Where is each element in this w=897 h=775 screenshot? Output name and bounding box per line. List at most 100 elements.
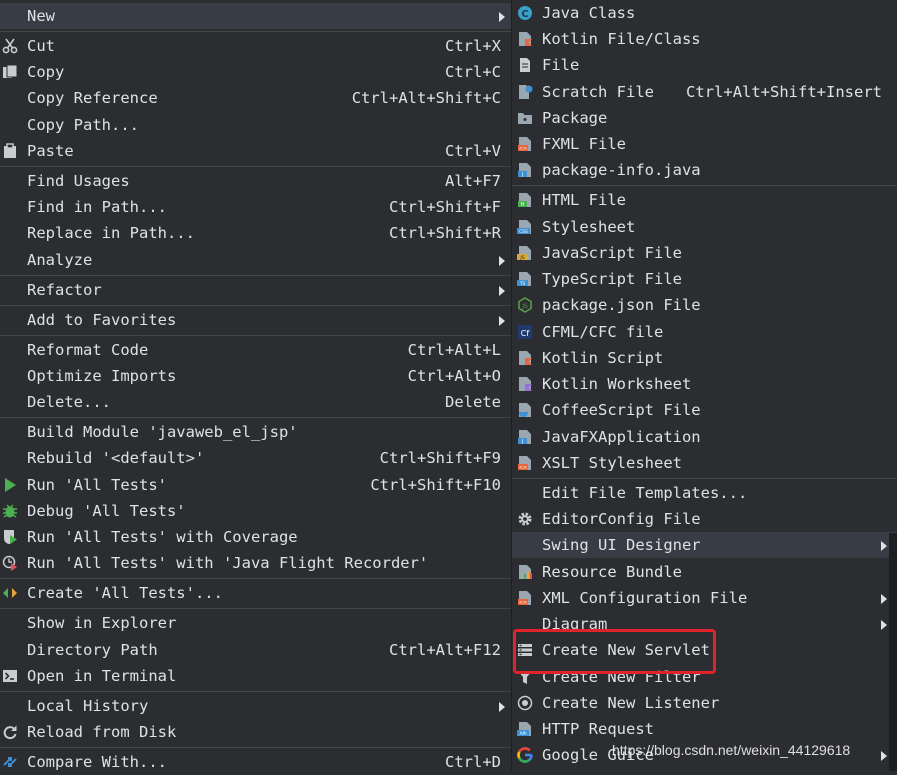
resource-bundle-icon	[519, 565, 532, 579]
kotlin-file-icon	[519, 32, 532, 46]
separator	[0, 166, 511, 167]
copy-icon	[3, 64, 18, 78]
submenu-arrow-icon	[499, 12, 505, 22]
menu-item-compare-with[interactable]: Compare With... Ctrl+D	[0, 749, 511, 775]
submenu-item-swing-ui-designer[interactable]: Swing UI Designer	[512, 532, 897, 558]
menu-label: Local History	[27, 697, 149, 715]
scroll-gutter	[889, 533, 897, 771]
compare-arrows-icon	[3, 757, 17, 767]
submenu-item-coffeescript-file[interactable]: CoffeeScript File	[512, 397, 897, 423]
menu-item-find-usages[interactable]: Find Usages Alt+F7	[0, 168, 511, 194]
watermark: https://blog.csdn.net/weixin_44129618	[612, 742, 851, 758]
submenu-item-file[interactable]: File	[512, 52, 897, 78]
submenu-item-java-class[interactable]: C Java Class	[512, 0, 897, 26]
svg-text:C: C	[521, 9, 528, 20]
menu-item-refactor[interactable]: Refactor	[0, 277, 511, 303]
svg-text:H: H	[521, 202, 525, 208]
submenu-item-typescript-file[interactable]: TS TypeScript File	[512, 266, 897, 292]
menu-label: Find Usages	[27, 172, 130, 190]
bug-icon	[3, 504, 17, 518]
menu-item-run-tests[interactable]: Run 'All Tests' Ctrl+Shift+F10	[0, 472, 511, 498]
submenu-item-xslt-stylesheet[interactable]: <> XSLT Stylesheet	[512, 450, 897, 476]
menu-item-run-jfr[interactable]: Run 'All Tests' with 'Java Flight Record…	[0, 550, 511, 576]
menu-item-analyze[interactable]: Analyze	[0, 247, 511, 273]
menu-label: Add to Favorites	[27, 311, 177, 329]
menu-item-open-in-terminal[interactable]: Open in Terminal	[0, 663, 511, 689]
menu-label: Java Class	[542, 4, 636, 22]
menu-item-reload-from-disk[interactable]: Reload from Disk	[0, 719, 511, 745]
xml-file-icon: <>	[518, 591, 531, 606]
kotlin-worksheet-icon	[519, 377, 532, 391]
menu-item-build-module[interactable]: Build Module 'javaweb_el_jsp'	[0, 419, 511, 445]
package-icon	[518, 113, 532, 124]
shortcut: Ctrl+Shift+F	[389, 198, 501, 216]
menu-item-add-to-favorites[interactable]: Add to Favorites	[0, 307, 511, 333]
menu-item-optimize-imports[interactable]: Optimize Imports Ctrl+Alt+O	[0, 363, 511, 389]
menu-item-copy-reference[interactable]: Copy Reference Ctrl+Alt+Shift+C	[0, 85, 511, 111]
refresh-icon	[3, 725, 17, 740]
menu-label: Resource Bundle	[542, 563, 682, 581]
menu-item-paste[interactable]: Paste Ctrl+V	[0, 138, 511, 164]
menu-label: TypeScript File	[542, 270, 682, 288]
menu-label: Kotlin File/Class	[542, 30, 701, 48]
separator	[512, 478, 897, 479]
svg-text:JS: JS	[521, 303, 528, 310]
menu-item-replace-in-path[interactable]: Replace in Path... Ctrl+Shift+R	[0, 220, 511, 246]
submenu-item-package-json[interactable]: JS package.json File	[512, 292, 897, 318]
menu-item-directory-path[interactable]: Directory Path Ctrl+Alt+F12	[0, 637, 511, 663]
svg-text:TS: TS	[519, 281, 526, 287]
menu-item-rebuild[interactable]: Rebuild '<default>' Ctrl+Shift+F9	[0, 445, 511, 471]
submenu-item-create-listener[interactable]: Create New Listener	[512, 690, 897, 716]
menu-item-cut[interactable]: Cut Ctrl+X	[0, 33, 511, 59]
menu-item-local-history[interactable]: Local History	[0, 693, 511, 719]
submenu-arrow-icon	[499, 286, 505, 296]
submenu-item-kotlin-file[interactable]: Kotlin File/Class	[512, 26, 897, 52]
menu-item-copy-path[interactable]: Copy Path...	[0, 112, 511, 138]
menu-item-create-tests[interactable]: Create 'All Tests'...	[0, 580, 511, 606]
menu-label: Stylesheet	[542, 218, 636, 236]
javafx-icon: J	[518, 430, 531, 445]
menu-item-copy[interactable]: Copy Ctrl+C	[0, 59, 511, 85]
menu-label: Find in Path...	[27, 198, 167, 216]
submenu-item-scratch-file[interactable]: Scratch File Ctrl+Alt+Shift+Insert	[512, 79, 897, 105]
menu-label: Create New Listener	[542, 694, 720, 712]
submenu-item-http-request[interactable]: API HTTP Request	[512, 716, 897, 742]
menu-label: JavaScript File	[542, 244, 682, 262]
submenu-item-edit-templates[interactable]: Edit File Templates...	[512, 480, 897, 506]
submenu-item-resource-bundle[interactable]: Resource Bundle	[512, 559, 897, 585]
shortcut: Ctrl+Alt+O	[407, 367, 501, 385]
menu-item-delete[interactable]: Delete... Delete	[0, 389, 511, 415]
svg-text:JS: JS	[519, 255, 524, 261]
menu-item-find-in-path[interactable]: Find in Path... Ctrl+Shift+F	[0, 194, 511, 220]
submenu-item-kotlin-worksheet[interactable]: Kotlin Worksheet	[512, 371, 897, 397]
submenu-item-fxml-file[interactable]: <> FXML File	[512, 131, 897, 157]
submenu-item-javascript-file[interactable]: JS JavaScript File	[512, 240, 897, 266]
menu-label: New	[27, 7, 55, 25]
menu-item-reformat-code[interactable]: Reformat Code Ctrl+Alt+L	[0, 337, 511, 363]
submenu-item-stylesheet[interactable]: CSS Stylesheet	[512, 214, 897, 240]
nodejs-icon: JS	[518, 297, 532, 313]
terminal-icon	[3, 670, 17, 682]
svg-text:Cf: Cf	[521, 329, 530, 338]
submenu-item-package[interactable]: Package	[512, 105, 897, 131]
shortcut: Ctrl+Shift+F10	[370, 476, 501, 494]
submenu-item-javafx-app[interactable]: J JavaFXApplication	[512, 424, 897, 450]
menu-label: XML Configuration File	[542, 589, 748, 607]
submenu-item-html-file[interactable]: H HTML File	[512, 187, 897, 213]
separator	[512, 185, 897, 186]
svg-text:<>: <>	[519, 465, 527, 471]
submenu-item-editorconfig[interactable]: EditorConfig File	[512, 506, 897, 532]
menu-label: Copy Reference	[27, 89, 158, 107]
svg-text:J: J	[521, 439, 523, 445]
submenu-item-kotlin-script[interactable]: Kotlin Script	[512, 345, 897, 371]
menu-item-debug-tests[interactable]: Debug 'All Tests'	[0, 498, 511, 524]
submenu-item-cfml-file[interactable]: Cf CFML/CFC file	[512, 319, 897, 345]
submenu-item-package-info[interactable]: J package-info.java	[512, 157, 897, 183]
separator	[0, 747, 511, 748]
menu-item-show-in-explorer[interactable]: Show in Explorer	[0, 610, 511, 636]
coffeescript-icon	[519, 403, 531, 417]
kotlin-script-icon	[519, 351, 532, 365]
menu-item-new[interactable]: New	[0, 3, 511, 29]
submenu-item-xml-config[interactable]: <> XML Configuration File	[512, 585, 897, 611]
menu-item-run-coverage[interactable]: Run 'All Tests' with Coverage	[0, 524, 511, 550]
